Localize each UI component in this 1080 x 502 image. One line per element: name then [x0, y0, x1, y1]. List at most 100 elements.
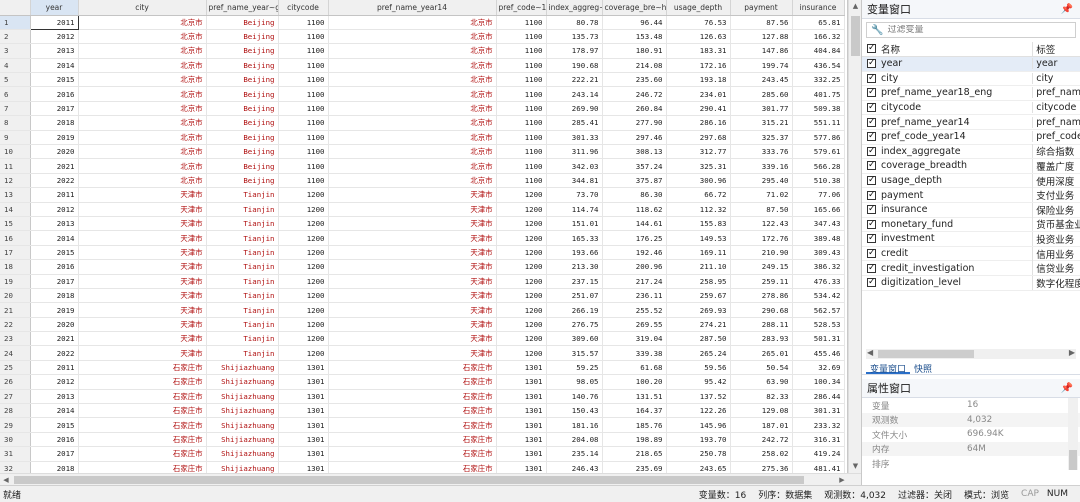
table-cell[interactable]: 243.65 — [666, 461, 731, 473]
table-cell[interactable]: 285.60 — [730, 86, 793, 102]
table-cell[interactable]: Tianjin — [206, 274, 279, 289]
table-cell[interactable]: 311.96 — [546, 144, 603, 160]
table-cell[interactable]: 1100 — [278, 43, 329, 59]
variable-checkbox[interactable] — [867, 101, 876, 113]
table-cell[interactable]: 1100 — [496, 29, 547, 45]
table-cell[interactable]: 510.38 — [792, 173, 845, 189]
table-cell[interactable]: 1301 — [496, 389, 547, 405]
variable-checkbox[interactable] — [867, 159, 876, 171]
table-cell[interactable]: 1301 — [278, 389, 329, 405]
table-cell[interactable]: 2018 — [30, 461, 79, 473]
table-cell[interactable]: 193.70 — [666, 432, 731, 448]
table-cell[interactable]: 天津市 — [78, 187, 207, 203]
variable-checkbox[interactable] — [867, 57, 876, 69]
table-cell[interactable]: 211.10 — [666, 259, 731, 275]
table-cell[interactable]: Beijing — [206, 58, 279, 74]
table-cell[interactable]: 87.50 — [730, 202, 793, 217]
table-cell[interactable]: 2014 — [30, 230, 79, 246]
table-cell[interactable]: 301.31 — [792, 403, 845, 419]
table-cell[interactable]: 2017 — [30, 274, 79, 289]
table-row[interactable]: 22 2020 天津市 Tianjin 1200 天津市 1200 276.75 269.55 2… — [0, 317, 845, 333]
row-number[interactable]: 19 — [0, 274, 31, 289]
table-cell[interactable]: 1100 — [278, 29, 329, 45]
row-number[interactable]: 30 — [0, 432, 31, 448]
table-cell[interactable]: 1100 — [496, 86, 547, 102]
table-cell[interactable]: 319.04 — [602, 331, 667, 347]
table-row[interactable]: 6 2016 北京市 Beijing 1100 北京市 1100 243.14 246.72 23… — [0, 86, 845, 102]
table-cell[interactable]: 166.32 — [792, 29, 845, 45]
table-cell[interactable]: 天津市 — [78, 259, 207, 275]
table-row[interactable]: 30 2016 石家庄市 Shijiazhuang 1301 石家庄市 1301 204.08… — [0, 432, 845, 448]
table-cell[interactable]: 114.74 — [546, 202, 603, 217]
table-cell[interactable]: Tianjin — [206, 331, 279, 347]
table-cell[interactable]: 112.32 — [666, 202, 731, 217]
table-cell[interactable]: 551.11 — [792, 115, 845, 131]
table-cell[interactable]: 332.25 — [792, 72, 845, 88]
table-cell[interactable]: 石家庄市 — [328, 461, 497, 473]
table-cell[interactable]: 147.86 — [730, 43, 793, 59]
table-cell[interactable]: 155.83 — [666, 216, 731, 232]
table-row[interactable]: 5 2015 北京市 Beijing 1100 北京市 1100 222.21 235.60 19… — [0, 72, 845, 88]
table-cell[interactable]: 1100 — [496, 43, 547, 59]
table-cell[interactable]: 290.41 — [666, 101, 731, 117]
column-header[interactable]: insurance — [792, 0, 845, 16]
table-cell[interactable]: Beijing — [206, 173, 279, 189]
table-cell[interactable]: 石家庄市 — [328, 403, 497, 419]
table-cell[interactable]: Beijing — [206, 130, 279, 146]
table-cell[interactable]: 北京市 — [328, 130, 497, 146]
table-cell[interactable]: 193.66 — [546, 245, 603, 261]
table-cell[interactable]: 235.60 — [602, 72, 667, 88]
column-header[interactable]: pref_code~14 — [496, 0, 547, 16]
row-number[interactable]: 31 — [0, 446, 31, 462]
column-header[interactable]: index_aggreg~e — [546, 0, 603, 16]
table-cell[interactable]: 76.53 — [666, 15, 731, 30]
variable-list[interactable]: yearyearcitycitypref_name_year18_engpref… — [862, 57, 1080, 347]
table-cell[interactable]: 80.78 — [546, 15, 603, 30]
properties-vertical-scrollbar[interactable] — [1068, 398, 1078, 470]
table-cell[interactable]: 144.61 — [602, 216, 667, 232]
table-cell[interactable]: Beijing — [206, 72, 279, 88]
row-number[interactable]: 7 — [0, 101, 31, 117]
table-cell[interactable]: 1200 — [496, 331, 547, 347]
row-number[interactable]: 4 — [0, 58, 31, 74]
table-cell[interactable]: 1200 — [496, 245, 547, 261]
table-cell[interactable]: 246.43 — [546, 461, 603, 473]
table-cell[interactable]: 2013 — [30, 43, 79, 59]
variable-item[interactable]: city city — [862, 72, 1080, 87]
table-cell[interactable]: 北京市 — [78, 58, 207, 74]
table-cell[interactable]: 86.30 — [602, 187, 667, 203]
table-cell[interactable]: 北京市 — [78, 173, 207, 189]
table-cell[interactable]: 455.46 — [792, 345, 845, 361]
table-cell[interactable]: 1200 — [278, 345, 329, 361]
grid-horizontal-scrollbar[interactable]: ◀ ▶ — [0, 473, 861, 485]
table-cell[interactable]: Tianjin — [206, 345, 279, 361]
row-number[interactable]: 29 — [0, 417, 31, 433]
table-cell[interactable]: 172.76 — [730, 230, 793, 246]
row-number[interactable]: 12 — [0, 173, 31, 189]
row-number[interactable]: 22 — [0, 317, 31, 333]
table-cell[interactable]: 73.70 — [546, 187, 603, 203]
table-row[interactable]: 19 2017 天津市 Tianjin 1200 天津市 1200 237.15 217.24 2… — [0, 274, 845, 289]
table-cell[interactable]: 165.33 — [546, 230, 603, 246]
table-cell[interactable]: 285.41 — [546, 115, 603, 131]
table-cell[interactable]: 2019 — [30, 130, 79, 146]
table-cell[interactable]: 137.52 — [666, 389, 731, 405]
variable-checkbox[interactable] — [867, 218, 876, 230]
table-cell[interactable]: 1100 — [278, 86, 329, 102]
table-cell[interactable]: 2011 — [30, 360, 79, 376]
table-cell[interactable]: 1301 — [496, 403, 547, 419]
table-cell[interactable]: 2014 — [30, 403, 79, 419]
table-cell[interactable]: 天津市 — [78, 345, 207, 361]
table-cell[interactable]: 250.78 — [666, 446, 731, 462]
row-number-header[interactable] — [0, 0, 31, 16]
table-cell[interactable]: 1200 — [278, 274, 329, 289]
table-cell[interactable]: 北京市 — [328, 29, 497, 45]
table-cell[interactable]: 63.90 — [730, 374, 793, 390]
table-cell[interactable]: 1100 — [278, 101, 329, 117]
table-cell[interactable]: 天津市 — [78, 302, 207, 318]
table-row[interactable]: 23 2021 天津市 Tianjin 1200 天津市 1200 309.60 319.04 2… — [0, 331, 845, 347]
table-cell[interactable]: Shijiazhuang — [206, 432, 279, 448]
table-row[interactable]: 17 2015 天津市 Tianjin 1200 天津市 1200 193.66 192.46 1… — [0, 245, 845, 261]
select-all-checkbox[interactable] — [867, 42, 876, 54]
table-cell[interactable]: 1200 — [496, 187, 547, 203]
